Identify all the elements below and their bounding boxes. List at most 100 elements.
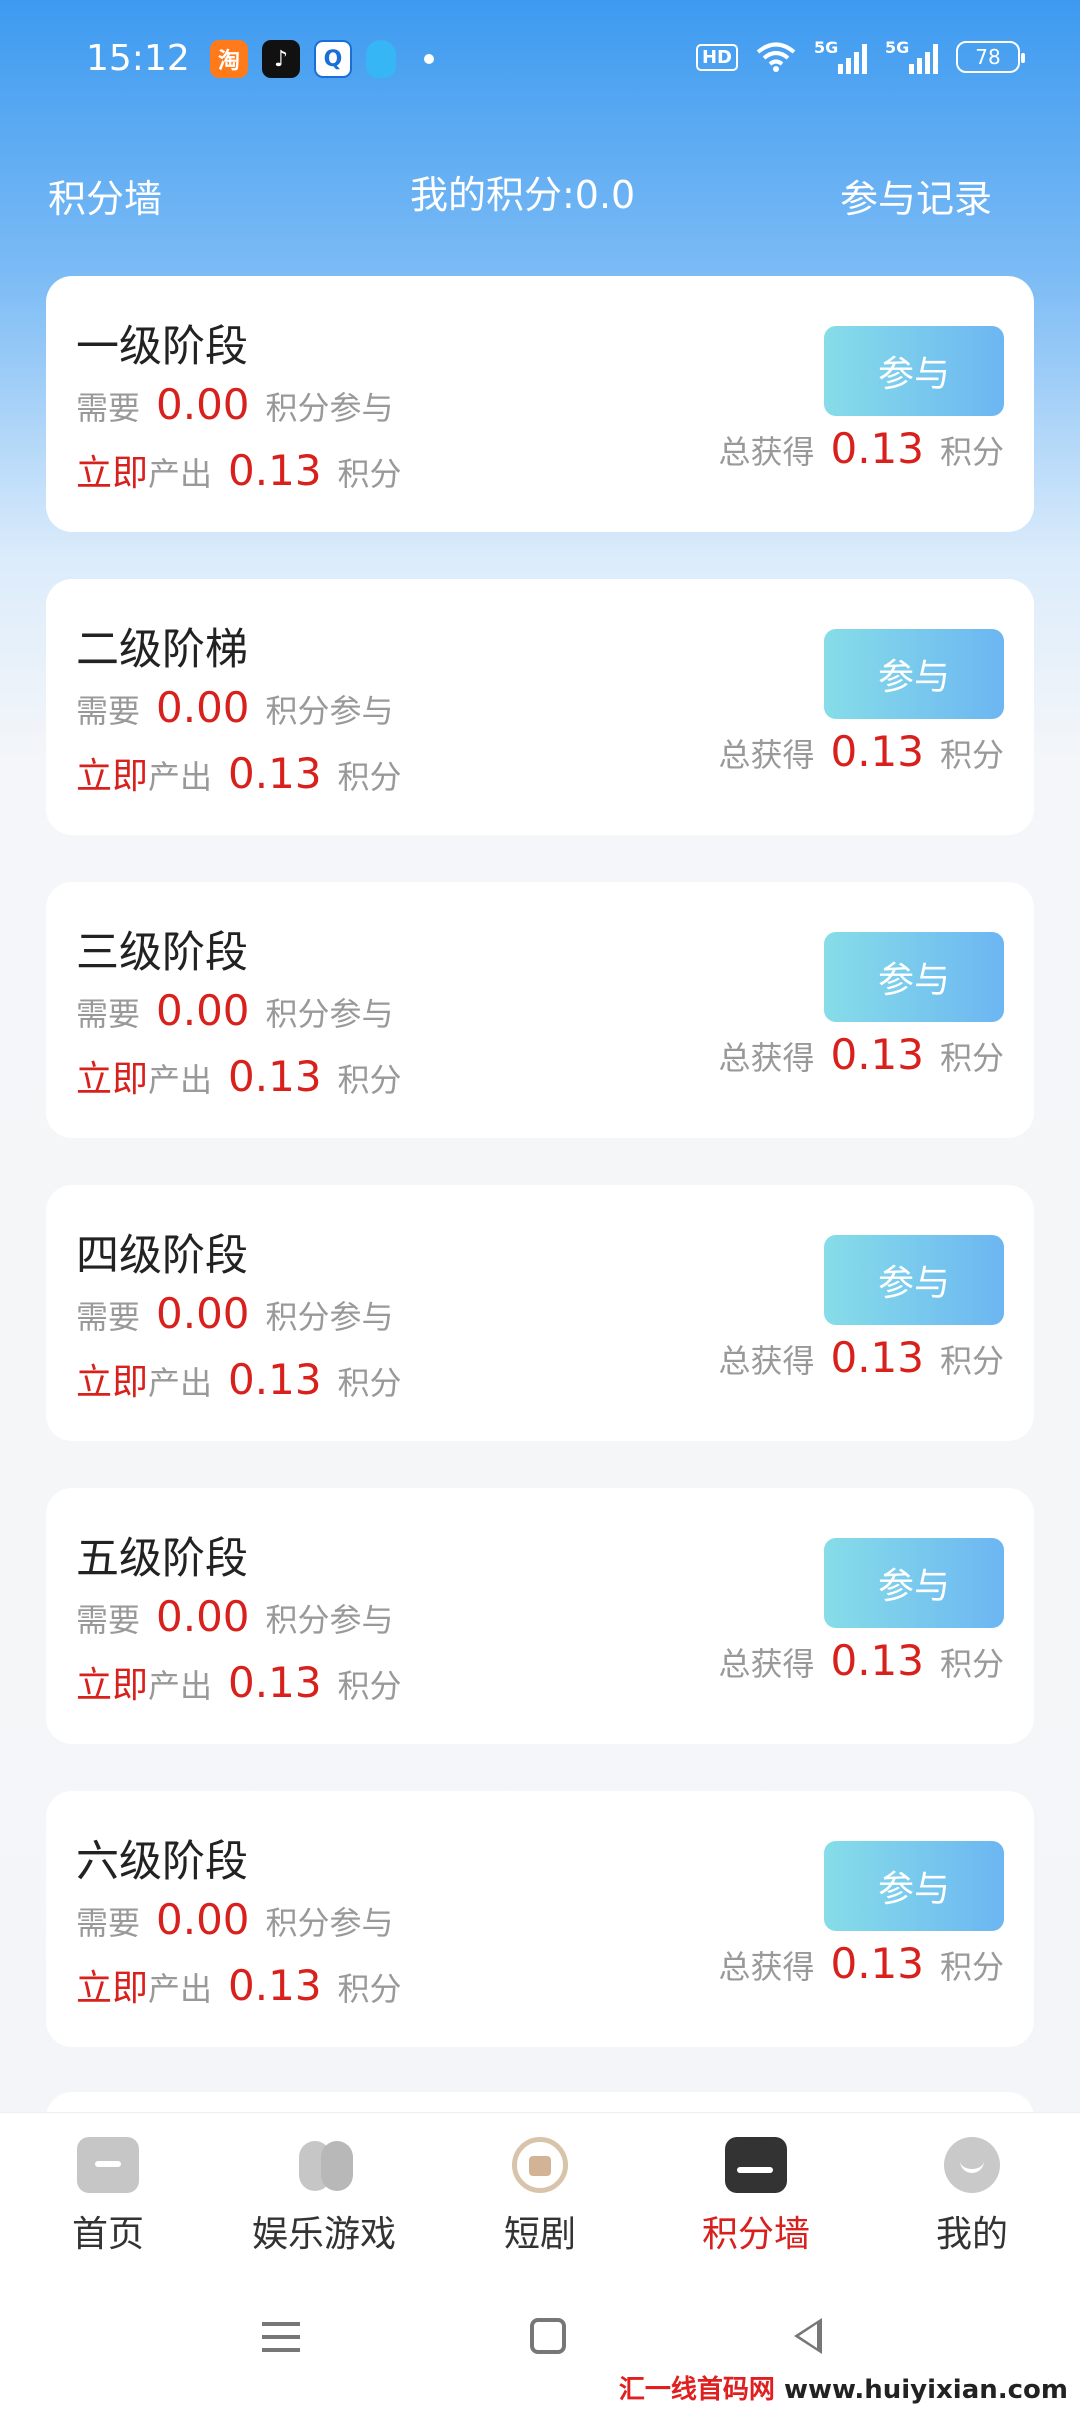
total-suffix: 积分 [939,1645,1004,1683]
hd-icon: HD [695,43,738,71]
short-drama-icon [512,2137,568,2193]
join-button[interactable]: 参与 [824,932,1004,1022]
stage-card: 二级阶梯 需要 0.00 积分参与 立即 产出 0.13 积分 参与 总获得 0… [46,579,1034,835]
output-suffix: 积分 [337,455,402,493]
output-row: 立即 产出 0.13 积分 [76,1050,402,1102]
output-value: 0.13 [228,749,322,798]
system-nav-bar: 汇一线首码网 www.huiyixian.com [0,2282,1080,2412]
page-header: 积分墙 我的积分:0.0 参与记录 [0,160,1080,230]
total-label: 总获得 [718,1645,815,1683]
back-icon[interactable] [794,2318,822,2354]
stage-title: 三级阶段 [76,928,248,978]
need-value: 0.00 [156,683,250,732]
total-suffix: 积分 [939,1342,1004,1380]
total-row: 总获得 0.13 积分 [718,424,1004,473]
nav-label: 娱乐游戏 [251,2214,396,2255]
output-row: 立即 产出 0.13 积分 [76,444,402,496]
output-suffix: 积分 [337,1970,402,2008]
points-wall-icon [725,2137,787,2193]
need-suffix: 积分参与 [265,389,394,427]
status-bar: 15:12 淘 ♪ Q HD 5G 5G 78 [0,0,1080,120]
battery-icon: 78 [956,41,1025,73]
nav-label: 短剧 [503,2214,576,2255]
profile-icon [944,2137,1000,2193]
nav-profile[interactable]: 我的 [864,2137,1080,2257]
need-label: 需要 [76,1298,141,1336]
output-value: 0.13 [228,1961,322,2010]
total-row: 总获得 0.13 积分 [718,1636,1004,1685]
need-suffix: 积分参与 [265,1904,394,1942]
qq-icon [366,40,396,78]
nav-home[interactable]: 首页 [0,2137,216,2257]
need-label: 需要 [76,389,141,427]
total-label: 总获得 [718,736,815,774]
total-suffix: 积分 [939,433,1004,471]
nav-label: 积分墙 [701,2214,810,2255]
need-label: 需要 [76,1904,141,1942]
output-value: 0.13 [228,446,322,495]
more-notifications-dot [424,54,434,64]
need-label: 需要 [76,1601,141,1639]
nav-games[interactable]: 娱乐游戏 [216,2137,432,2257]
my-points-label: 我的积分:0.0 [410,173,636,217]
join-button[interactable]: 参与 [824,1841,1004,1931]
join-button[interactable]: 参与 [824,1235,1004,1325]
total-row: 总获得 0.13 积分 [718,1939,1004,1988]
notification-icons: 淘 ♪ Q [210,40,434,78]
nav-short-drama[interactable]: 短剧 [432,2137,648,2257]
output-label: 产出 [148,758,213,796]
output-prefix: 立即 [76,453,149,494]
stage-list: 一级阶段 需要 0.00 积分参与 立即 产出 0.13 积分 参与 总获得 0… [46,276,1034,2094]
output-label: 产出 [148,1364,213,1402]
total-label: 总获得 [718,1039,815,1077]
stage-title: 一级阶段 [76,322,248,372]
home-icon [77,2137,139,2193]
total-label: 总获得 [718,433,815,471]
need-suffix: 积分参与 [265,692,394,730]
signal-5g-icon-2: 5G [885,38,938,74]
total-row: 总获得 0.13 积分 [718,1333,1004,1382]
output-value: 0.13 [228,1052,322,1101]
output-value: 0.13 [228,1658,322,1707]
total-label: 总获得 [718,1342,815,1380]
total-value: 0.13 [830,424,924,473]
status-time: 15:12 [86,38,190,79]
total-suffix: 积分 [939,1039,1004,1077]
need-value: 0.00 [156,380,250,429]
output-label: 产出 [148,455,213,493]
need-value: 0.00 [156,1289,250,1338]
total-label: 总获得 [718,1948,815,1986]
join-button[interactable]: 参与 [824,629,1004,719]
output-prefix: 立即 [76,1968,149,2009]
need-label: 需要 [76,692,141,730]
home-button-icon[interactable] [530,2318,566,2354]
page-title: 积分墙 [48,177,163,221]
games-icon [293,2137,355,2193]
need-value: 0.00 [156,1895,250,1944]
output-label: 产出 [148,1061,213,1099]
need-label: 需要 [76,995,141,1033]
total-row: 总获得 0.13 积分 [718,1030,1004,1079]
total-value: 0.13 [830,1030,924,1079]
recent-apps-icon[interactable] [262,2322,300,2352]
stage-card: 四级阶段 需要 0.00 积分参与 立即 产出 0.13 积分 参与 总获得 0… [46,1185,1034,1441]
total-suffix: 积分 [939,736,1004,774]
nav-points-wall[interactable]: 积分墙 [648,2137,864,2257]
join-button[interactable]: 参与 [824,1538,1004,1628]
total-value: 0.13 [830,1333,924,1382]
q-app-icon: Q [314,40,352,78]
total-value: 0.13 [830,1636,924,1685]
output-suffix: 积分 [337,1667,402,1705]
tiktok-icon: ♪ [262,40,300,78]
output-row: 立即 产出 0.13 积分 [76,1959,402,2011]
output-prefix: 立即 [76,1362,149,1403]
nav-label: 首页 [71,2214,144,2255]
join-button[interactable]: 参与 [824,326,1004,416]
status-indicators: HD 5G 5G 78 [695,38,1025,74]
total-row: 总获得 0.13 积分 [718,727,1004,776]
output-prefix: 立即 [76,756,149,797]
stage-title: 五级阶段 [76,1534,248,1584]
output-row: 立即 产出 0.13 积分 [76,1656,402,1708]
participation-records-link[interactable]: 参与记录 [840,168,992,223]
total-value: 0.13 [830,1939,924,1988]
